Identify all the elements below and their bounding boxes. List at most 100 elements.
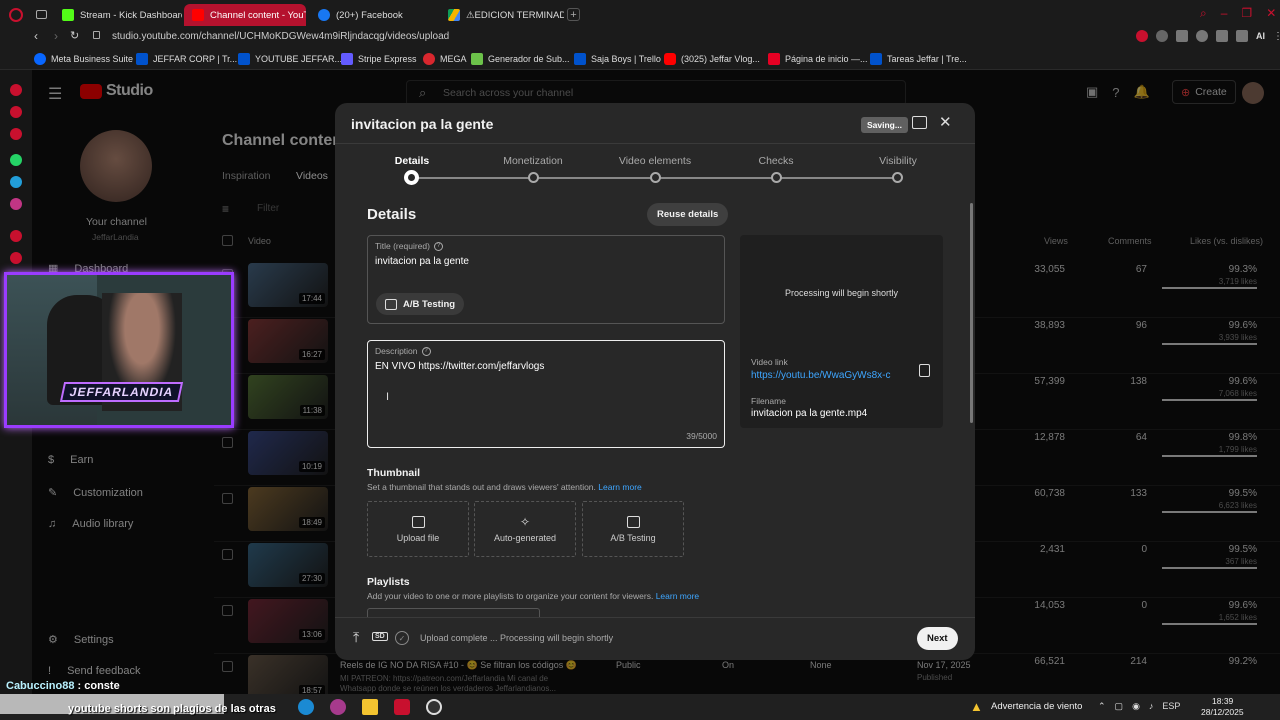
maximize-icon[interactable]: ❐ (1241, 6, 1252, 21)
edge-icon[interactable] (298, 699, 314, 715)
step-dot[interactable] (892, 172, 903, 183)
profile-extension-icon[interactable] (1136, 30, 1148, 42)
step-visibility[interactable]: Visibility (838, 155, 958, 167)
title-label: Title (required) (375, 241, 430, 251)
step-dot-active[interactable] (404, 170, 419, 185)
whatsapp-icon[interactable] (10, 154, 22, 166)
url-field[interactable]: studio.youtube.com/channel/UCHMoKDGWew4m… (112, 31, 449, 42)
browser-logo-icon[interactable] (9, 8, 23, 22)
site-info-icon[interactable] (93, 31, 100, 39)
browser-menu-icon[interactable]: ⋮ (1273, 31, 1280, 42)
bookmark-item[interactable]: Stripe Express (341, 52, 417, 66)
reuse-details-button[interactable]: Reuse details (647, 203, 729, 226)
upload-file-button[interactable]: Upload file (367, 501, 469, 557)
ai-button[interactable]: AI (1256, 31, 1265, 41)
network-icon[interactable]: ◉ (1132, 701, 1140, 712)
sd-quality-icon[interactable]: SD (372, 632, 388, 641)
bookmark-item[interactable]: Saja Boys | Trello (574, 52, 661, 66)
ab-testing-button[interactable]: A/B Testing (376, 293, 465, 315)
language-indicator[interactable]: ESP (1162, 701, 1180, 712)
pinterest-icon (768, 53, 780, 65)
auto-generated-button[interactable]: ✧ Auto-generated (474, 501, 576, 557)
tray-app-icon[interactable]: ▢ (1115, 701, 1124, 712)
step-monetization[interactable]: Monetization (473, 155, 593, 167)
clock-date[interactable]: 28/12/2025 (1201, 707, 1244, 717)
bookmark-item[interactable]: Tareas Jeffar | Tre... (870, 52, 967, 66)
browser-app-icon[interactable] (330, 699, 346, 715)
step-details[interactable]: Details (352, 155, 472, 167)
bookmark-item[interactable]: MEGA (423, 52, 467, 66)
downloads-icon[interactable] (10, 252, 22, 264)
video-preview[interactable]: Processing will begin shortly (740, 235, 943, 350)
instagram-app-icon[interactable] (10, 198, 22, 210)
feedback-icon[interactable] (912, 116, 927, 129)
next-button[interactable]: Next (917, 627, 958, 650)
back-icon[interactable]: ‹ (34, 29, 38, 43)
step-dot[interactable] (771, 172, 782, 183)
tab-youtube-studio[interactable]: Channel content - YouTube (184, 4, 306, 26)
step-checks[interactable]: Checks (716, 155, 836, 167)
bookmark-item[interactable]: Generador de Sub... (471, 52, 570, 66)
step-dot[interactable] (528, 172, 539, 183)
close-icon[interactable]: ✕ (939, 113, 952, 131)
thumbnail-ab-testing-button[interactable]: A/B Testing (582, 501, 684, 557)
file-explorer-icon[interactable] (362, 699, 378, 715)
learn-more-link[interactable]: Learn more (656, 591, 699, 601)
new-tab-icon[interactable]: + (567, 8, 580, 21)
puzzle-extension-icon[interactable] (1176, 30, 1188, 42)
bookmark-label: Stripe Express (358, 54, 417, 64)
edit-icon[interactable] (1236, 30, 1248, 42)
learn-more-link[interactable]: Learn more (598, 482, 641, 492)
title-field[interactable]: Title (required) ? invitacion pa la gent… (367, 235, 725, 324)
auto-generated-label: Auto-generated (493, 532, 557, 543)
bookmark-item[interactable]: YOUTUBE JEFFAR... (238, 52, 342, 66)
help-icon[interactable]: ? (421, 346, 431, 356)
chat-message-2: youtube shorts son plagios de las otras (68, 703, 276, 715)
opera-gx-icon[interactable] (394, 699, 410, 715)
telegram-icon[interactable] (10, 176, 22, 188)
title-input[interactable]: invitacion pa la gente (375, 256, 469, 267)
volume-icon[interactable]: ♪ (1149, 701, 1154, 712)
bookmark-item[interactable]: JEFFAR CORP | Tr... (136, 52, 237, 66)
close-window-icon[interactable]: ✕ (1266, 6, 1276, 21)
bookmark-item[interactable]: Meta Business Suite (34, 52, 133, 66)
chevron-up-icon[interactable]: ⌃ (1098, 701, 1106, 712)
check-circle-icon[interactable]: ✓ (395, 631, 409, 645)
help-icon[interactable]: ? (433, 241, 443, 251)
weather-icon[interactable]: ▲ (970, 699, 983, 714)
forward-icon[interactable]: › (54, 29, 58, 43)
tab-drive[interactable]: ⚠EDICION TERMINADA (440, 4, 564, 26)
bookmark-item[interactable]: Página de inicio —... (768, 52, 868, 66)
history-icon[interactable] (10, 230, 22, 242)
clock-time[interactable]: 18:39 (1212, 696, 1233, 706)
webcam-logo: JEFFARLANDIA (59, 382, 184, 402)
download-icon[interactable] (1216, 30, 1228, 42)
reload-icon[interactable]: ↻ (70, 29, 79, 42)
obs-icon[interactable] (426, 699, 442, 715)
bookmark-item[interactable]: (3025) Jeffar Vlog... (664, 52, 760, 66)
video-link[interactable]: https://youtu.be/WwaGyWs8x-c (751, 370, 891, 381)
step-dot[interactable] (650, 172, 661, 183)
workspaces-icon[interactable] (36, 10, 47, 19)
tab-facebook[interactable]: (20+) Facebook (310, 4, 436, 26)
upload-status-text: Upload complete ... Processing will begi… (420, 633, 614, 643)
upload-icon[interactable]: ⤒ (353, 629, 359, 646)
weather-text[interactable]: Advertencia de viento (991, 701, 1082, 712)
search-tabs-icon[interactable]: ⌕ (1200, 6, 1207, 21)
step-video-elements[interactable]: Video elements (595, 155, 715, 167)
sync-extension-icon[interactable] (1196, 30, 1208, 42)
chat-message: Cabuccino88 : conste (6, 680, 120, 692)
scrollbar[interactable] (970, 203, 973, 423)
tab-kick[interactable]: Stream - Kick Dashboard (54, 4, 182, 26)
minimize-icon[interactable]: – (1221, 6, 1228, 21)
vpn-extension-icon[interactable] (1156, 30, 1168, 42)
messenger-icon[interactable] (10, 84, 22, 96)
character-count: 39/5000 (686, 431, 717, 441)
music-icon[interactable] (10, 128, 22, 140)
copy-icon[interactable] (919, 364, 930, 377)
facebook-favicon-icon (318, 9, 330, 21)
description-field[interactable]: Description ? EN VIVO https://twitter.co… (367, 340, 725, 448)
instagram-icon[interactable] (10, 106, 22, 118)
webcam-overlay: JEFFARLANDIA (4, 272, 234, 428)
description-input[interactable]: EN VIVO https://twitter.com/jeffarvlogs (375, 361, 544, 372)
